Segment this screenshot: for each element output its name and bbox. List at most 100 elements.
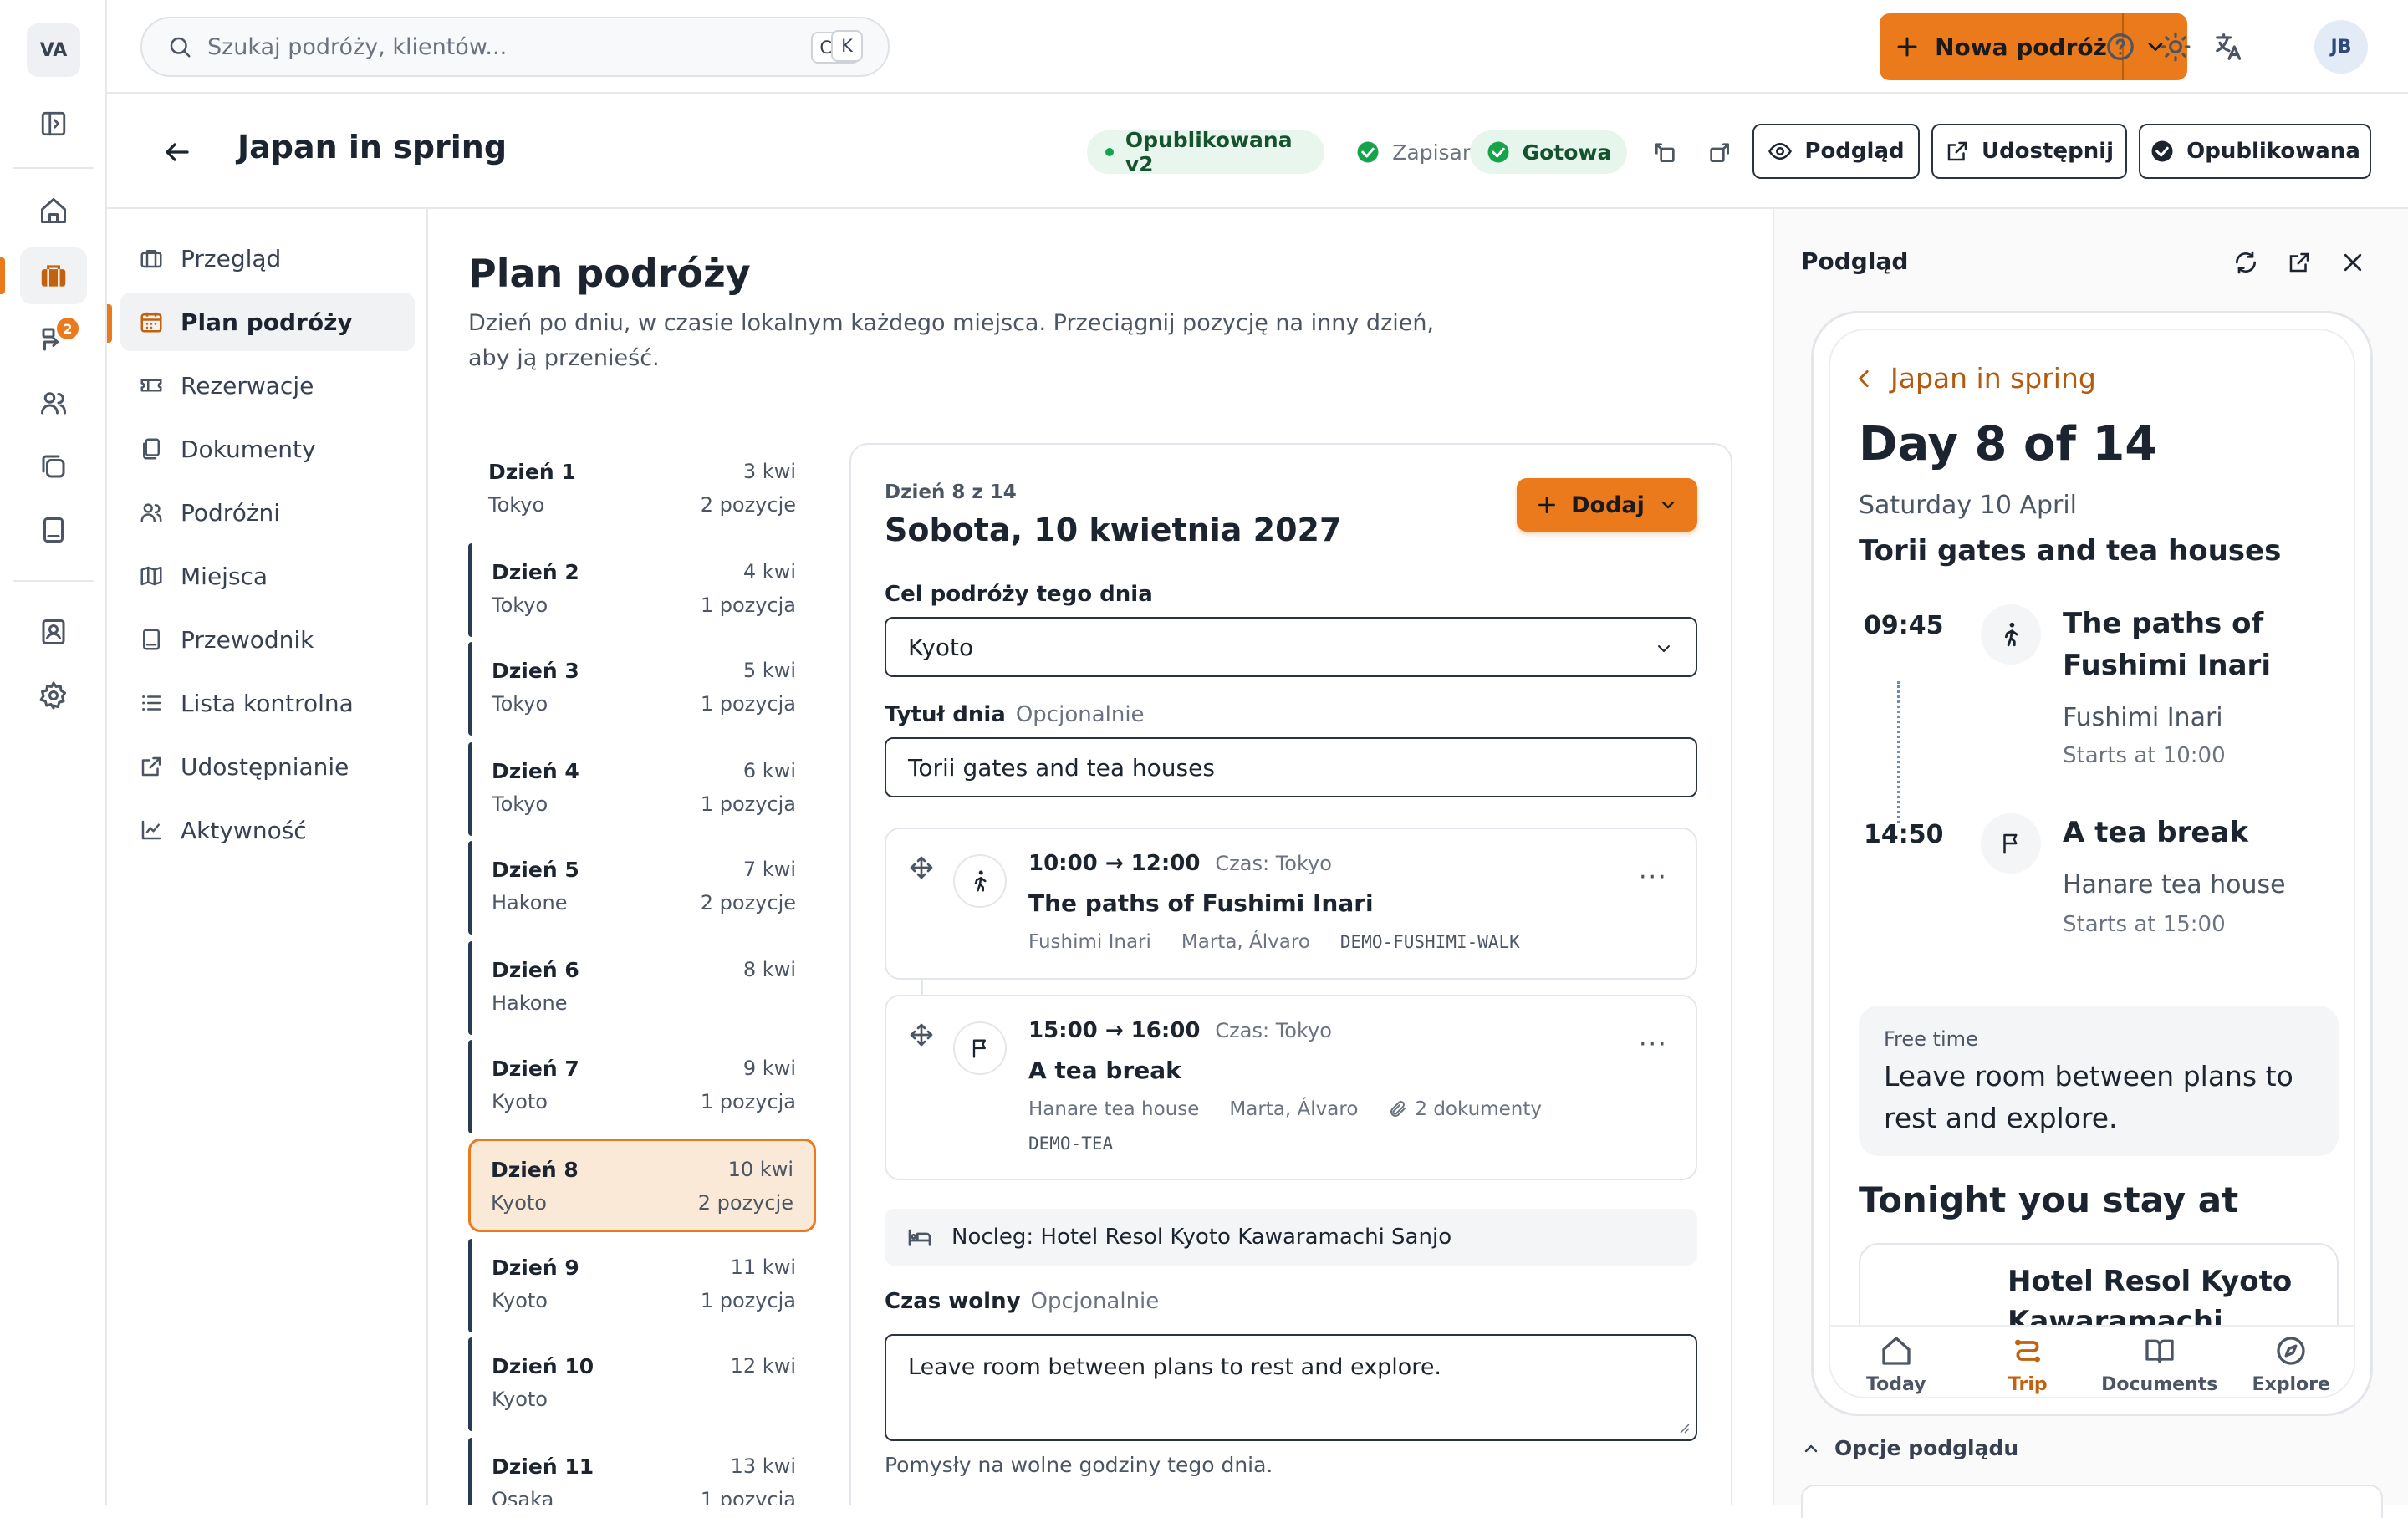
drag-handle-icon[interactable]	[908, 1021, 935, 1048]
itinerary-item-card[interactable]: 10:00 → 12:00 Czas: Tokyo The paths of Fu…	[885, 828, 1697, 980]
undo-button[interactable]	[1647, 134, 1684, 171]
preview-panel: Podgląd Japan in spring Day 8 of 14 Satu…	[1773, 209, 2408, 1518]
nav-itinerary[interactable]: Plan podróży	[120, 293, 415, 351]
shortcut-k: K	[831, 30, 863, 62]
phone-item-name[interactable]: The paths of Fushimi Inari	[2063, 603, 2314, 686]
preview-options-toggle[interactable]: Opcje podglądu	[1801, 1436, 2018, 1460]
day-title-label: Tytuł dnia Opcjonalnie	[885, 702, 1145, 727]
user-avatar[interactable]: JB	[2314, 20, 2368, 74]
rail-clients[interactable]	[20, 374, 87, 431]
redo-button[interactable]	[1701, 134, 1737, 171]
day-item[interactable]: Dzień 4 Tokyo 6 kwi 1 pozycja	[468, 742, 816, 836]
back-button[interactable]	[157, 132, 197, 172]
rail-routes[interactable]: 2	[20, 311, 87, 368]
undo-icon	[1656, 143, 1675, 162]
sidebar-toggle-icon	[41, 111, 66, 136]
toggle-sidebar-button[interactable]	[20, 95, 87, 152]
lodging-info[interactable]: Nocleg: Hotel Resol Kyoto Kawaramachi Sa…	[885, 1209, 1697, 1266]
rail-library[interactable]	[20, 438, 87, 495]
share-label: Udostępnij	[1981, 139, 2115, 164]
phone-tab-explore[interactable]: Explore	[2226, 1327, 2354, 1397]
item-docs[interactable]: 2 dokumenty	[1388, 1098, 1542, 1120]
day-date: 5 kwi	[742, 659, 796, 682]
refresh-preview-button[interactable]	[2229, 246, 2263, 279]
phone-back-link[interactable]: Japan in spring	[1854, 362, 2096, 395]
chevron-left-icon	[1859, 369, 1869, 387]
day-item[interactable]: Dzień 3 Tokyo 5 kwi 1 pozycja	[468, 642, 816, 736]
rail-home[interactable]	[20, 182, 87, 239]
item-more-button[interactable]: ···	[1639, 863, 1668, 892]
drag-handle-icon[interactable]	[908, 854, 935, 881]
itinerary-main: Plan podróży Dzień po dniu, w czasie lok…	[428, 209, 1773, 1505]
preview-button[interactable]: Podgląd	[1752, 124, 1920, 179]
day-title-input[interactable]: Torii gates and tea houses	[885, 737, 1697, 797]
phone-tab-documents[interactable]: Documents	[2094, 1327, 2226, 1397]
add-item-button[interactable]: Dodaj	[1517, 478, 1697, 532]
item-name: The paths of Fushimi Inari	[1028, 889, 1374, 917]
day-item[interactable]: Dzień 11 Osaka 13 kwi 1 pozycja	[468, 1438, 816, 1505]
nav-activity[interactable]: Aktywność	[120, 801, 415, 859]
share-button[interactable]: Udostępnij	[1931, 124, 2127, 179]
day-date: 12 kwi	[730, 1354, 796, 1378]
new-trip-button[interactable]: Nowa podróż	[1880, 13, 2124, 80]
day-city: Kyoto	[492, 1090, 548, 1113]
nav-overview[interactable]: Przegląd	[120, 229, 415, 288]
itinerary-item-card[interactable]: 15:00 → 16:00 Czas: Tokyo A tea break Han…	[885, 995, 1697, 1180]
item-docs-count: 2 dokumenty	[1415, 1098, 1542, 1120]
ready-status-toggle[interactable]: Gotowa	[1470, 130, 1627, 174]
nav-bookings[interactable]: Rezerwacje	[120, 356, 415, 415]
book-icon	[143, 629, 160, 650]
paperclip-icon	[1390, 1100, 1406, 1117]
day-item[interactable]: Dzień 9 Kyoto 11 kwi 1 pozycja	[468, 1239, 816, 1332]
day-item[interactable]: Dzień 1 Tokyo 3 kwi 2 pozycje	[468, 443, 816, 537]
route-icon	[2015, 1339, 2041, 1362]
day-city: Kyoto	[492, 1289, 548, 1312]
plus-icon	[1538, 497, 1556, 513]
phone-tab-today[interactable]: Today	[1830, 1327, 1962, 1397]
free-time-textarea[interactable]: Leave room between plans to rest and exp…	[885, 1334, 1697, 1441]
nav-guide[interactable]: Przewodnik	[120, 610, 415, 669]
language-button[interactable]	[2206, 23, 2252, 70]
nav-checklist[interactable]: Lista kontrolna	[120, 674, 415, 732]
nav-sharing[interactable]: Udostępnianie	[120, 737, 415, 796]
chevron-up-icon	[1804, 1444, 1818, 1452]
day-item[interactable]: Dzień 10 Kyoto 12 kwi	[468, 1337, 816, 1431]
destination-select[interactable]: Kyoto	[885, 617, 1697, 677]
preview-label: Podgląd	[1804, 139, 1905, 164]
lodging-label: Nocleg: Hotel Resol Kyoto Kawaramachi Sa…	[951, 1225, 1452, 1250]
phone-tab-trip[interactable]: Trip	[1962, 1327, 2094, 1397]
day-item[interactable]: Dzień 2 Tokyo 4 kwi 1 pozycja	[468, 543, 816, 637]
day-item-selected[interactable]: Dzień 8 Kyoto 10 kwi 2 pozycje	[468, 1138, 816, 1232]
rail-trips[interactable]	[20, 247, 87, 304]
day-city: Tokyo	[492, 692, 548, 716]
nav-documents[interactable]: Dokumenty	[120, 420, 415, 478]
rail-contacts[interactable]	[20, 604, 87, 660]
theme-toggle-button[interactable]	[2152, 23, 2199, 70]
published-button[interactable]: Opublikowana	[2139, 124, 2371, 179]
workspace-logo[interactable]: VA	[27, 23, 80, 77]
help-button[interactable]	[2097, 23, 2144, 70]
gear-icon	[39, 681, 66, 710]
day-item[interactable]: Dzień 6 Hakone 8 kwi	[468, 941, 816, 1035]
open-preview-button[interactable]	[2283, 246, 2316, 279]
close-preview-button[interactable]	[2336, 246, 2370, 279]
external-link-icon	[2289, 252, 2309, 273]
global-search-input[interactable]: Szukaj podróży, klientów... Ctrl	[140, 17, 890, 77]
day-item[interactable]: Dzień 7 Kyoto 9 kwi 1 pozycja	[468, 1040, 816, 1133]
nav-travellers[interactable]: Podróżni	[120, 483, 415, 542]
item-code: DEMO-TEA	[1028, 1133, 1114, 1154]
nav-label: Przewodnik	[181, 625, 314, 654]
phone-item-name[interactable]: A tea break	[2063, 812, 2314, 853]
resize-handle-icon[interactable]	[1677, 1421, 1691, 1434]
day-item[interactable]: Dzień 5 Hakone 7 kwi 2 pozycje	[468, 841, 816, 935]
compass-icon	[2277, 1336, 2305, 1365]
nav-places[interactable]: Miejsca	[120, 547, 415, 605]
item-more-button[interactable]: ···	[1639, 1030, 1668, 1059]
rail-guides[interactable]	[20, 502, 87, 558]
status-dot-icon	[1105, 148, 1114, 156]
rail-settings[interactable]	[20, 667, 87, 724]
destination-label: Cel podróży tego dnia	[885, 582, 1153, 607]
free-time-label: Czas wolny Opcjonalnie	[885, 1289, 1159, 1314]
check-circle-icon	[2151, 140, 2173, 162]
item-timezone: Czas: Tokyo	[1215, 852, 1332, 875]
